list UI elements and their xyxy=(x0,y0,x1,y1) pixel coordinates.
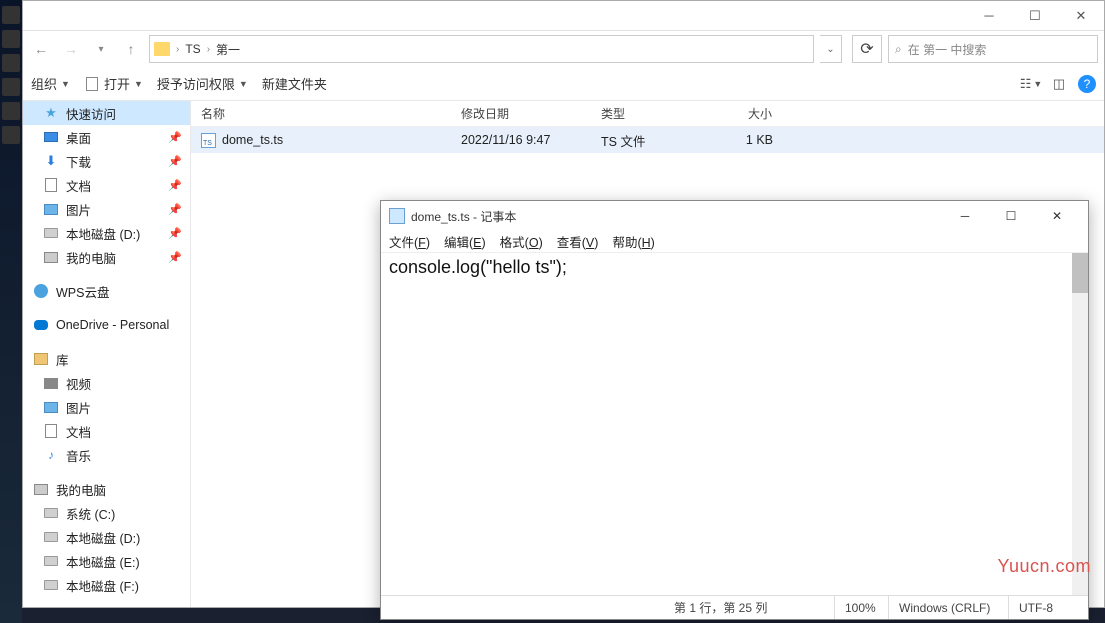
search-placeholder: 在 第一 中搜索 xyxy=(908,41,987,58)
menu-format[interactable]: 格式(O) xyxy=(500,232,543,251)
address-bar[interactable]: › TS › 第一 xyxy=(149,35,814,63)
menu-help[interactable]: 帮助(H) xyxy=(612,232,654,251)
notepad-title: dome_ts.ts - 记事本 xyxy=(411,208,942,225)
sidebar-lib-documents[interactable]: 文档 xyxy=(23,419,190,443)
pin-icon: 📌 xyxy=(168,227,182,240)
notepad-menubar: 文件(F) 编辑(E) 格式(O) 查看(V) 帮助(H) xyxy=(381,231,1088,253)
search-input[interactable]: ⌕ 在 第一 中搜索 xyxy=(888,35,1098,63)
notepad-icon xyxy=(389,208,405,224)
ts-file-icon xyxy=(201,133,216,148)
notepad-content: console.log("hello ts"); xyxy=(389,257,567,277)
pin-icon: 📌 xyxy=(168,203,182,216)
folder-icon xyxy=(154,42,170,56)
notepad-titlebar[interactable]: dome_ts.ts - 记事本 ─ ☐ ✕ xyxy=(381,201,1088,231)
sidebar-disk-d[interactable]: 本地磁盘 (D:)📌 xyxy=(23,221,190,245)
sidebar-my-pc[interactable]: 我的电脑📌 xyxy=(23,245,190,269)
notepad-statusbar: 第 1 行，第 25 列 100% Windows (CRLF) UTF-8 xyxy=(381,595,1088,619)
sidebar-wps[interactable]: WPS云盘 xyxy=(23,279,190,303)
maximize-button[interactable]: ☐ xyxy=(988,201,1034,231)
sidebar-desktop[interactable]: 桌面📌 xyxy=(23,125,190,149)
file-date: 2022/11/16 9:47 xyxy=(451,133,591,147)
col-type[interactable]: 类型 xyxy=(591,105,713,122)
help-icon[interactable]: ? xyxy=(1078,75,1096,93)
vertical-scrollbar[interactable] xyxy=(1072,253,1088,595)
pin-icon: 📌 xyxy=(168,251,182,264)
file-size: 1 KB xyxy=(713,133,783,147)
sidebar-downloads[interactable]: ⬇下载📌 xyxy=(23,149,190,173)
status-position: 第 1 行，第 25 列 xyxy=(664,596,834,619)
sidebar-pictures[interactable]: 图片📌 xyxy=(23,197,190,221)
desktop-background xyxy=(0,0,22,623)
file-row[interactable]: dome_ts.ts 2022/11/16 9:47 TS 文件 1 KB xyxy=(191,127,1104,153)
notepad-window: dome_ts.ts - 记事本 ─ ☐ ✕ 文件(F) 编辑(E) 格式(O)… xyxy=(380,200,1089,620)
sidebar-library[interactable]: 库 xyxy=(23,347,190,371)
status-zoom: 100% xyxy=(834,596,888,619)
minimize-button[interactable]: ─ xyxy=(942,201,988,231)
sidebar-music[interactable]: ♪音乐 xyxy=(23,443,190,467)
sidebar-ldisk-d[interactable]: 本地磁盘 (D:) xyxy=(23,525,190,549)
sidebar-quick-access[interactable]: ★快速访问 xyxy=(23,101,190,125)
menu-file[interactable]: 文件(F) xyxy=(389,232,430,251)
nav-back-icon[interactable]: ← xyxy=(29,37,53,61)
column-headers[interactable]: 名称 修改日期 类型 大小 xyxy=(191,101,1104,127)
watermark: Yuucn.com xyxy=(997,556,1091,577)
pin-icon: 📌 xyxy=(168,131,182,144)
status-eol: Windows (CRLF) xyxy=(888,596,1008,619)
sidebar-ldisk-f[interactable]: 本地磁盘 (F:) xyxy=(23,573,190,597)
sidebar-lib-pictures[interactable]: 图片 xyxy=(23,395,190,419)
file-name: dome_ts.ts xyxy=(222,133,283,147)
sidebar-videos[interactable]: 视频 xyxy=(23,371,190,395)
open-menu[interactable]: 打开▼ xyxy=(84,74,143,93)
scroll-thumb[interactable] xyxy=(1072,253,1088,293)
file-type: TS 文件 xyxy=(591,131,713,150)
grant-access-menu[interactable]: 授予访问权限▼ xyxy=(157,74,248,93)
close-button[interactable]: ✕ xyxy=(1058,1,1104,31)
col-size[interactable]: 大小 xyxy=(713,105,783,122)
sidebar-sys-c[interactable]: 系统 (C:) xyxy=(23,501,190,525)
sidebar-ldisk-e[interactable]: 本地磁盘 (E:) xyxy=(23,549,190,573)
menu-edit[interactable]: 编辑(E) xyxy=(444,232,486,251)
maximize-button[interactable]: ☐ xyxy=(1012,1,1058,31)
nav-recent-icon[interactable]: ▾ xyxy=(89,37,113,61)
menu-view[interactable]: 查看(V) xyxy=(557,232,599,251)
nav-forward-icon[interactable]: → xyxy=(59,37,83,61)
refresh-button[interactable]: ⟳ xyxy=(852,35,882,63)
breadcrumb-sep: › xyxy=(174,44,181,55)
view-options-icon[interactable]: ☷▼ xyxy=(1022,75,1040,93)
col-date[interactable]: 修改日期 xyxy=(451,105,591,122)
search-icon: ⌕ xyxy=(895,42,902,57)
sidebar-onedrive[interactable]: OneDrive - Personal xyxy=(23,313,190,337)
new-folder-button[interactable]: 新建文件夹 xyxy=(262,74,327,93)
breadcrumb-seg[interactable]: 第一 xyxy=(216,41,240,58)
notepad-textarea[interactable]: console.log("hello ts"); xyxy=(381,253,1088,595)
breadcrumb-seg[interactable]: TS xyxy=(185,42,200,56)
pin-icon: 📌 xyxy=(168,179,182,192)
explorer-sidebar: ★快速访问 桌面📌 ⬇下载📌 文档📌 图片📌 本地磁盘 (D:)📌 我的电脑📌 … xyxy=(23,101,191,607)
organize-menu[interactable]: 组织▼ xyxy=(31,74,70,93)
sidebar-documents[interactable]: 文档📌 xyxy=(23,173,190,197)
address-dropdown-icon[interactable]: ⌄ xyxy=(820,35,842,63)
status-encoding: UTF-8 xyxy=(1008,596,1088,619)
col-name[interactable]: 名称 xyxy=(191,105,451,122)
close-button[interactable]: ✕ xyxy=(1034,201,1080,231)
pin-icon: 📌 xyxy=(168,155,182,168)
nav-up-icon[interactable]: ↑ xyxy=(119,37,143,61)
preview-pane-icon[interactable]: ◫ xyxy=(1050,75,1068,93)
sidebar-this-pc[interactable]: 我的电脑 xyxy=(23,477,190,501)
breadcrumb-sep: › xyxy=(205,44,212,55)
explorer-titlebar[interactable]: ─ ☐ ✕ xyxy=(23,1,1104,31)
minimize-button[interactable]: ─ xyxy=(966,1,1012,31)
